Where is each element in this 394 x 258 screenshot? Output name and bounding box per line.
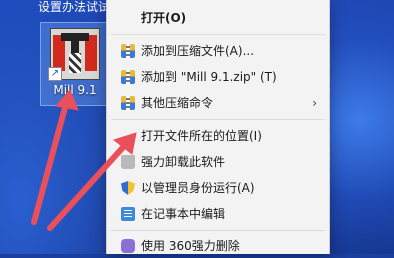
trash-icon: [121, 155, 135, 169]
zip-icon: [121, 96, 135, 110]
menu-item-label: 在记事本中编辑: [141, 207, 226, 221]
chevron-right-icon: ›: [312, 96, 317, 110]
zip-icon: [121, 70, 135, 84]
shield-icon: [121, 181, 135, 195]
menu-item-force-uninstall[interactable]: 强力卸载此软件: [111, 150, 325, 174]
desktop-shortcut-mill[interactable]: ↗ Mill 9.1: [40, 22, 110, 106]
menu-item-run-as-admin[interactable]: 以管理员身份运行(A): [111, 176, 325, 200]
menu-item-other-compress[interactable]: 其他压缩命令 ›: [111, 91, 325, 115]
desktop-icon-label: Mill 9.1: [53, 83, 97, 97]
menu-item-add-to-zip[interactable]: 添加到 "Mill 9.1.zip" (T): [111, 65, 325, 89]
desktop-top-text: 设置办法试试: [38, 0, 111, 14]
notepad-icon: [121, 207, 135, 221]
shortcut-arrow-icon: ↗: [48, 67, 62, 81]
menu-item-add-to-archive[interactable]: 添加到压缩文件(A)...: [111, 39, 325, 63]
menu-separator: [111, 119, 325, 120]
context-menu: 打开(O) 添加到压缩文件(A)... 添加到 "Mill 9.1.zip" (…: [106, 0, 330, 254]
menu-item-open[interactable]: 打开(O): [111, 6, 325, 30]
menu-item-label: 使用 360强力删除: [141, 239, 240, 253]
menu-separator: [111, 34, 325, 35]
360-icon: [121, 239, 135, 253]
menu-item-open-file-location[interactable]: 打开文件所在的位置(I): [111, 124, 325, 148]
menu-item-edit-in-notepad[interactable]: 在记事本中编辑: [111, 202, 325, 226]
menu-item-label: 添加到压缩文件(A)...: [141, 44, 255, 58]
zip-icon: [121, 44, 135, 58]
menu-separator: [111, 230, 325, 231]
menu-item-360-force-delete[interactable]: 使用 360强力删除: [111, 234, 325, 258]
menu-item-label: 添加到 "Mill 9.1.zip" (T): [141, 70, 277, 84]
menu-item-label: 打开文件所在的位置(I): [141, 129, 262, 143]
menu-item-label: 以管理员身份运行(A): [141, 181, 255, 195]
menu-item-label: 强力卸载此软件: [141, 155, 226, 169]
menu-item-label: 打开(O): [141, 11, 187, 25]
menu-item-label: 其他压缩命令: [141, 96, 214, 110]
